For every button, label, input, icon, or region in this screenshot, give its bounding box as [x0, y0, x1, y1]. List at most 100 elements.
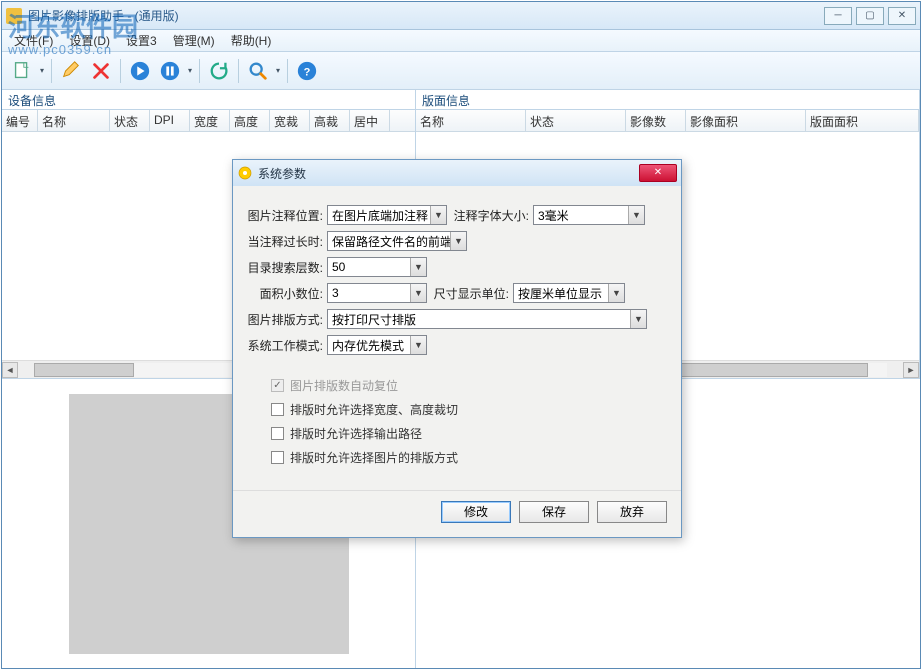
- dialog-body: 图片注释位置: 在图片底端加注释 ▼ 注释字体大小: 3毫米 ▼ 当注释过长时:…: [233, 186, 681, 480]
- device-table-header: 编号 名称 状态 DPI 宽度 高度 宽裁 高裁 居中: [2, 110, 415, 132]
- checkbox-allow-crop-row[interactable]: 排版时允许选择宽度、高度裁切: [271, 400, 667, 418]
- col-dpi[interactable]: DPI: [150, 110, 190, 131]
- label-size-unit: 尺寸显示单位:: [433, 285, 513, 302]
- dialog-title: 系统参数: [258, 165, 639, 182]
- checkbox-auto-reset-row: ✓ 图片排版数自动复位: [271, 376, 667, 394]
- pencil-icon: [60, 60, 82, 82]
- modify-button[interactable]: 修改: [441, 501, 511, 523]
- help-icon: ?: [296, 60, 318, 82]
- menu-manage[interactable]: 管理(M): [165, 30, 223, 51]
- toolbar-separator: [51, 59, 52, 83]
- label-font-size: 注释字体大小:: [453, 207, 533, 224]
- tb-pause-dropdown[interactable]: ▾: [186, 66, 194, 75]
- col-height[interactable]: 高度: [230, 110, 270, 131]
- tb-delete-button[interactable]: [87, 57, 115, 85]
- menu-settings3[interactable]: 设置3: [118, 30, 165, 51]
- chevron-down-icon: ▼: [450, 232, 466, 250]
- col-layout-area[interactable]: 版面面积: [806, 110, 919, 131]
- chevron-down-icon: ▼: [410, 336, 426, 354]
- select-layout-mode[interactable]: 按打印尺寸排版 ▼: [327, 309, 647, 329]
- tb-search-button[interactable]: [244, 57, 272, 85]
- tb-help-button[interactable]: ?: [293, 57, 321, 85]
- label-comment-long: 当注释过长时:: [247, 233, 327, 250]
- scroll-right-icon[interactable]: ►: [903, 362, 919, 378]
- chevron-down-icon: ▼: [628, 206, 644, 224]
- checkbox-allow-layout-label: 排版时允许选择图片的排版方式: [290, 449, 458, 466]
- chevron-down-icon: ▼: [410, 258, 426, 276]
- col-status[interactable]: 状态: [526, 110, 626, 131]
- col-name[interactable]: 名称: [38, 110, 110, 131]
- tb-new-dropdown[interactable]: ▾: [38, 66, 46, 75]
- toolbar-separator: [238, 59, 239, 83]
- toolbar-separator: [287, 59, 288, 83]
- select-comment-long[interactable]: 保留路径文件名的前端 ▼: [327, 231, 467, 251]
- minimize-button[interactable]: ─: [824, 7, 852, 25]
- select-area-decimals[interactable]: 3 ▼: [327, 283, 427, 303]
- tb-edit-button[interactable]: [57, 57, 85, 85]
- tb-new-button[interactable]: [8, 57, 36, 85]
- checkbox-auto-reset: ✓: [271, 379, 284, 392]
- menu-file[interactable]: 文件(F): [6, 30, 61, 51]
- col-image-count[interactable]: 影像数: [626, 110, 686, 131]
- device-panel-header: 设备信息: [2, 90, 415, 110]
- select-size-unit[interactable]: 按厘米单位显示 ▼: [513, 283, 625, 303]
- x-icon: [90, 60, 112, 82]
- col-status[interactable]: 状态: [110, 110, 150, 131]
- scroll-thumb[interactable]: [34, 363, 134, 377]
- checkbox-allow-output[interactable]: [271, 427, 284, 440]
- layout-panel-header: 版面信息: [416, 90, 919, 110]
- label-system-mode: 系统工作模式:: [247, 337, 327, 354]
- play-icon: [129, 60, 151, 82]
- dialog-titlebar[interactable]: 系统参数 ✕: [233, 160, 681, 186]
- chevron-down-icon: ▼: [410, 284, 426, 302]
- titlebar: 图片影像排版助手 - (通用版) ─ ▢ ✕: [2, 2, 920, 30]
- window-title: 图片影像排版助手 - (通用版): [28, 7, 824, 24]
- tb-play-button[interactable]: [126, 57, 154, 85]
- checkbox-allow-layout[interactable]: [271, 451, 284, 464]
- toolbar-separator: [199, 59, 200, 83]
- discard-button[interactable]: 放弃: [597, 501, 667, 523]
- checkbox-auto-reset-label: 图片排版数自动复位: [290, 377, 398, 394]
- col-image-area[interactable]: 影像面积: [686, 110, 806, 131]
- checkbox-allow-output-row[interactable]: 排版时允许选择输出路径: [271, 424, 667, 442]
- maximize-button[interactable]: ▢: [856, 7, 884, 25]
- search-icon: [247, 60, 269, 82]
- tb-refresh-button[interactable]: [205, 57, 233, 85]
- chevron-down-icon: ▼: [630, 310, 646, 328]
- select-system-mode[interactable]: 内存优先模式 ▼: [327, 335, 427, 355]
- dialog-close-button[interactable]: ✕: [639, 164, 677, 182]
- save-button[interactable]: 保存: [519, 501, 589, 523]
- layout-table-header: 名称 状态 影像数 影像面积 版面面积: [416, 110, 919, 132]
- col-hcrop[interactable]: 高裁: [310, 110, 350, 131]
- select-font-size[interactable]: 3毫米 ▼: [533, 205, 645, 225]
- close-button[interactable]: ✕: [888, 7, 916, 25]
- checkbox-allow-output-label: 排版时允许选择输出路径: [290, 425, 422, 442]
- col-wcrop[interactable]: 宽裁: [270, 110, 310, 131]
- checkbox-allow-crop-label: 排版时允许选择宽度、高度裁切: [290, 401, 458, 418]
- chevron-down-icon: ▼: [430, 206, 446, 224]
- checkbox-allow-layout-row[interactable]: 排版时允许选择图片的排版方式: [271, 448, 667, 466]
- checkbox-allow-crop[interactable]: [271, 403, 284, 416]
- menu-settings[interactable]: 设置(D): [61, 30, 118, 51]
- refresh-icon: [208, 60, 230, 82]
- tb-pause-button[interactable]: [156, 57, 184, 85]
- col-width[interactable]: 宽度: [190, 110, 230, 131]
- chevron-down-icon: ▼: [608, 284, 624, 302]
- col-id[interactable]: 编号: [2, 110, 38, 131]
- document-icon: [11, 60, 33, 82]
- select-pic-comment-pos[interactable]: 在图片底端加注释 ▼: [327, 205, 447, 225]
- svg-text:?: ?: [304, 66, 311, 78]
- scroll-left-icon[interactable]: ◄: [2, 362, 18, 378]
- app-icon: [6, 8, 22, 24]
- tb-search-dropdown[interactable]: ▾: [274, 66, 282, 75]
- menu-help[interactable]: 帮助(H): [223, 30, 280, 51]
- col-name[interactable]: 名称: [416, 110, 526, 131]
- dialog-buttons: 修改 保存 放弃: [233, 490, 681, 537]
- label-area-decimals: 面积小数位:: [247, 285, 327, 302]
- col-center[interactable]: 居中: [350, 110, 390, 131]
- label-pic-comment-pos: 图片注释位置:: [247, 207, 327, 224]
- toolbar-separator: [120, 59, 121, 83]
- label-dir-depth: 目录搜索层数:: [247, 259, 327, 276]
- select-dir-depth[interactable]: 50 ▼: [327, 257, 427, 277]
- label-layout-mode: 图片排版方式:: [247, 311, 327, 328]
